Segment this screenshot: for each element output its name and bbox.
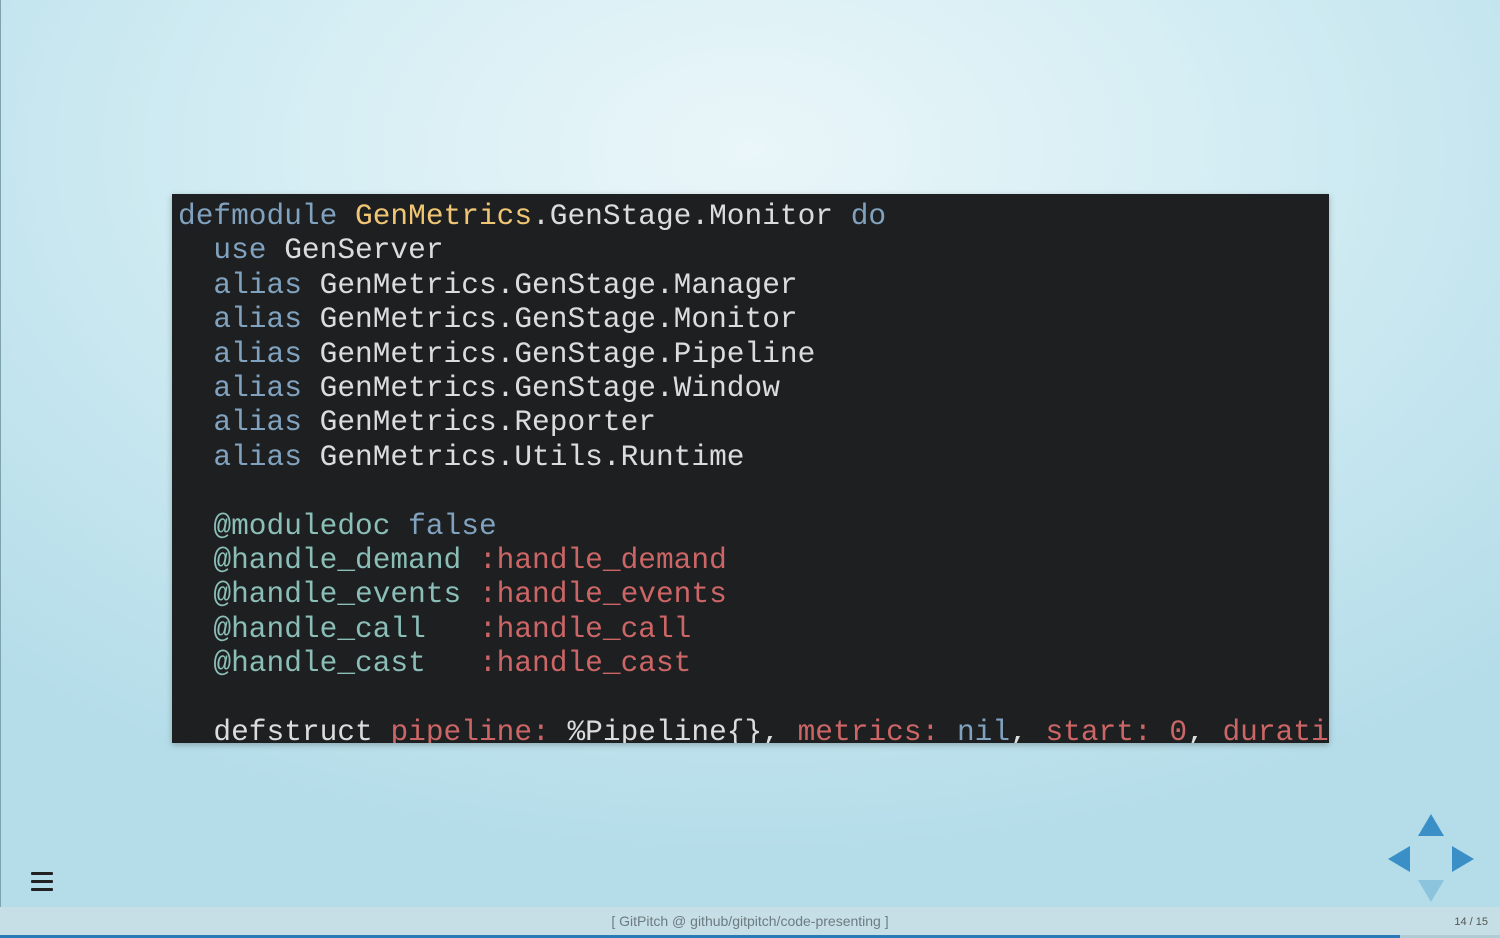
code-token: GenMetrics.GenStage.Pipeline xyxy=(301,336,816,371)
menu-bar xyxy=(31,880,53,883)
code-token: alias xyxy=(213,439,302,474)
slide-navigation xyxy=(1386,814,1476,904)
code-token: pipeline: xyxy=(390,715,550,743)
code-line: alias GenMetrics.Reporter xyxy=(178,405,1329,439)
code-line: @handle_cast :handle_cast xyxy=(178,646,1329,680)
code-token: duration: xyxy=(1222,715,1329,743)
code-token: :handle_cast xyxy=(478,646,692,681)
code-token: alias xyxy=(213,405,302,440)
code-line: alias GenMetrics.GenStage.Pipeline xyxy=(178,337,1329,371)
code-token: GenMetrics.Reporter xyxy=(301,405,656,440)
code-line: @moduledoc false xyxy=(178,509,1329,543)
code-line: alias GenMetrics.GenStage.Window xyxy=(178,371,1329,405)
window-edge xyxy=(0,0,1,938)
arrow-left-icon[interactable] xyxy=(1388,846,1410,872)
code-line: alias GenMetrics.GenStage.Manager xyxy=(178,268,1329,302)
code-token: @handle_cast xyxy=(213,646,426,681)
code-token: alias xyxy=(213,267,302,302)
code-token: @handle_call xyxy=(213,611,426,646)
code-line: @handle_call :handle_call xyxy=(178,612,1329,646)
code-token: GenMetrics.GenStage.Monitor xyxy=(301,302,798,337)
code-token: start: xyxy=(1045,715,1152,743)
code-token: :handle_events xyxy=(478,577,727,612)
code-token: false xyxy=(408,508,497,543)
code-token: use xyxy=(213,233,267,268)
code-token: defmodule xyxy=(178,199,338,233)
code-token: alias xyxy=(213,371,302,406)
code-line: alias GenMetrics.Utils.Runtime xyxy=(178,440,1329,474)
menu-bar xyxy=(31,872,53,875)
code-token: 0 xyxy=(1169,715,1188,743)
code-block: defmodule GenMetrics.GenStage.Monitor do… xyxy=(172,194,1329,743)
code-token: :handle_call xyxy=(478,611,692,646)
arrow-down-icon[interactable] xyxy=(1418,880,1444,902)
code-token: alias xyxy=(213,336,302,371)
code-token: %Pipeline{}, xyxy=(549,715,798,743)
code-token: , xyxy=(1010,715,1046,743)
code-text: defmodule GenMetrics.GenStage.Monitor do… xyxy=(172,194,1329,743)
code-token: GenMetrics.GenStage.Manager xyxy=(301,267,798,302)
footer-credit: [ GitPitch @ github/gitpitch/code-presen… xyxy=(611,913,889,929)
code-token: do xyxy=(850,199,887,233)
code-line: @handle_events :handle_events xyxy=(178,577,1329,611)
footer-bar: [ GitPitch @ github/gitpitch/code-presen… xyxy=(0,907,1500,935)
code-token: defstruct xyxy=(178,715,391,743)
code-token: :handle_demand xyxy=(478,543,727,578)
menu-bar xyxy=(31,888,53,891)
code-line: @handle_demand :handle_demand xyxy=(178,543,1329,577)
code-line: defmodule GenMetrics.GenStage.Monitor do xyxy=(178,199,1329,233)
code-token: , xyxy=(1187,715,1223,743)
code-token: GenMetrics.GenStage.Window xyxy=(301,371,780,406)
code-token: GenServer xyxy=(266,233,444,268)
arrow-right-icon[interactable] xyxy=(1452,846,1474,872)
code-token: @handle_demand xyxy=(213,543,462,578)
code-token: GenMetrics xyxy=(355,199,533,233)
code-line: defstruct pipeline: %Pipeline{}, metrics… xyxy=(178,715,1329,743)
slide-counter: 14 / 15 xyxy=(1454,916,1488,928)
code-token: metrics: xyxy=(797,715,940,743)
code-token: @moduledoc xyxy=(213,508,391,543)
code-token: nil xyxy=(956,715,1011,743)
hamburger-menu-icon[interactable] xyxy=(31,872,53,892)
code-token: @handle_events xyxy=(213,577,462,612)
code-line: use GenServer xyxy=(178,233,1329,267)
arrow-up-icon[interactable] xyxy=(1418,814,1444,836)
code-token: alias xyxy=(213,302,302,337)
code-line: alias GenMetrics.GenStage.Monitor xyxy=(178,302,1329,336)
code-token: GenMetrics.Utils.Runtime xyxy=(301,439,745,474)
code-token: .GenStage.Monitor xyxy=(532,199,851,233)
